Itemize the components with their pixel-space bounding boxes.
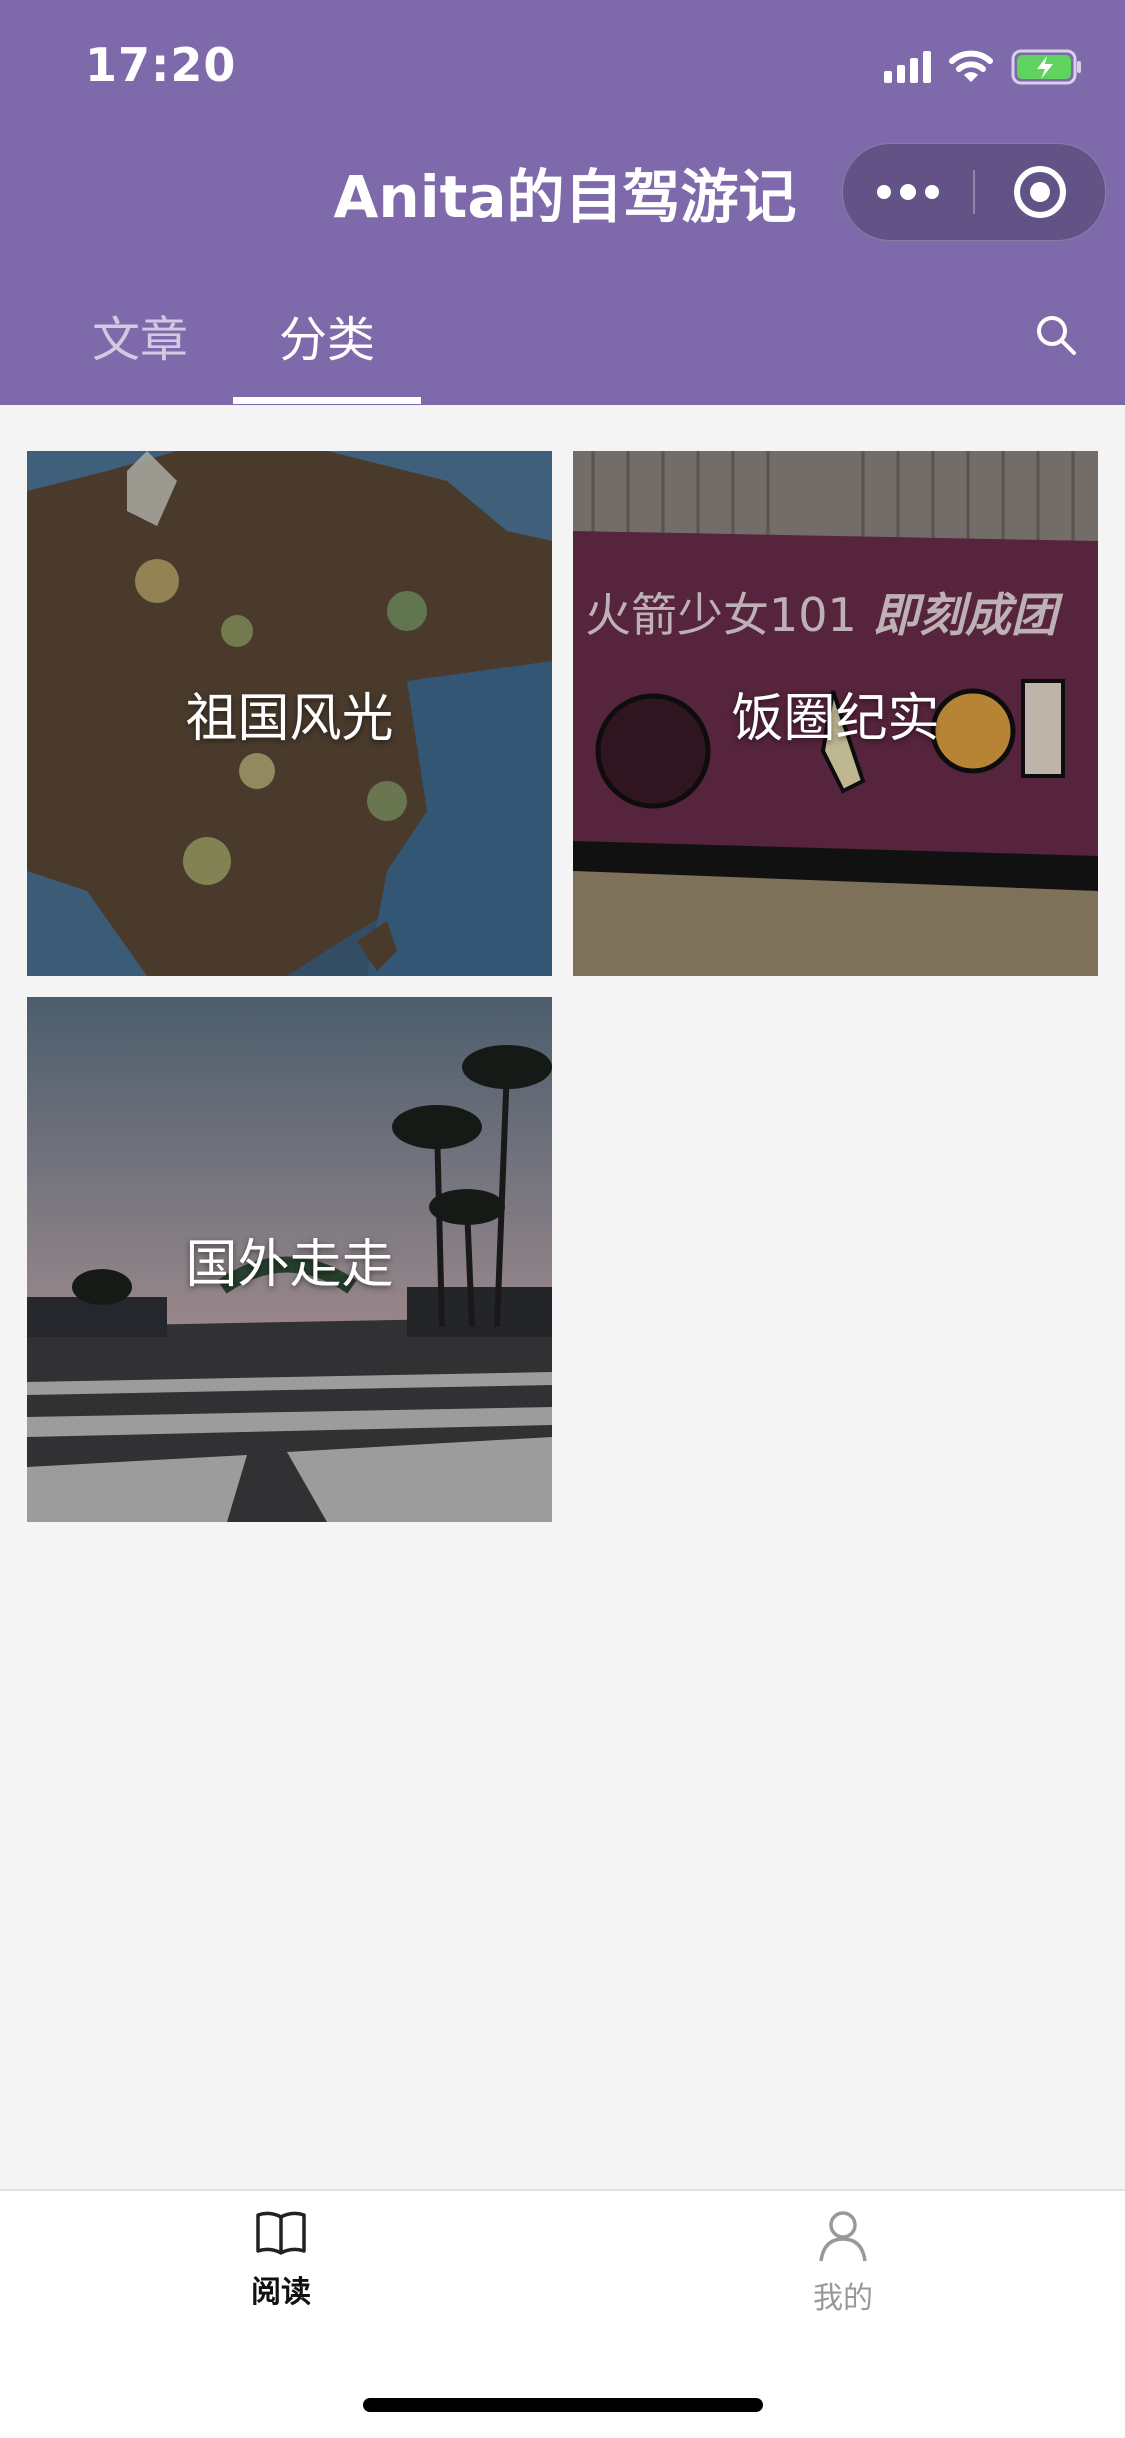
cellular-signal-icon xyxy=(884,51,931,83)
tab-categories[interactable]: 分类 xyxy=(279,300,375,370)
tabbar-label-read: 阅读 xyxy=(251,2275,311,2310)
header-bar: 17:20 Anita的自驾游记 文章 分类 xyxy=(0,0,1125,405)
category-card-fan-records[interactable]: 火箭少女101 即刻成团 饭圈纪实 xyxy=(573,451,1098,976)
category-card-china-scenery[interactable]: 祖国风光 xyxy=(27,451,552,976)
tabbar-item-read[interactable]: 阅读 xyxy=(181,2209,381,2311)
battery-charging-icon xyxy=(1011,49,1083,85)
more-options-button[interactable] xyxy=(843,144,973,240)
category-label: 国外走走 xyxy=(185,1235,394,1295)
more-dot-icon xyxy=(925,185,939,199)
status-time: 17:20 xyxy=(85,38,237,92)
category-label: 祖国风光 xyxy=(185,689,394,749)
home-indicator[interactable] xyxy=(363,2398,763,2412)
category-card-abroad[interactable]: 国外走走 xyxy=(27,997,552,1522)
search-icon[interactable] xyxy=(1034,313,1078,361)
tabbar-label-mine: 我的 xyxy=(813,2281,873,2316)
person-icon xyxy=(819,2211,867,2262)
wifi-icon xyxy=(949,50,993,84)
target-circle-icon xyxy=(1014,166,1066,218)
active-tab-indicator xyxy=(233,397,421,404)
book-icon xyxy=(256,2211,306,2255)
status-icons xyxy=(884,46,1083,88)
category-label: 饭圈纪实 xyxy=(731,689,940,749)
close-mini-program-button[interactable] xyxy=(975,144,1105,240)
more-dot-icon xyxy=(877,185,891,199)
app-title: Anita的自驾游记 xyxy=(333,163,797,231)
tabbar-item-mine[interactable]: 我的 xyxy=(743,2209,943,2317)
more-dot-icon xyxy=(900,184,916,200)
mini-program-capsule xyxy=(842,143,1106,241)
tab-articles[interactable]: 文章 xyxy=(92,300,188,370)
